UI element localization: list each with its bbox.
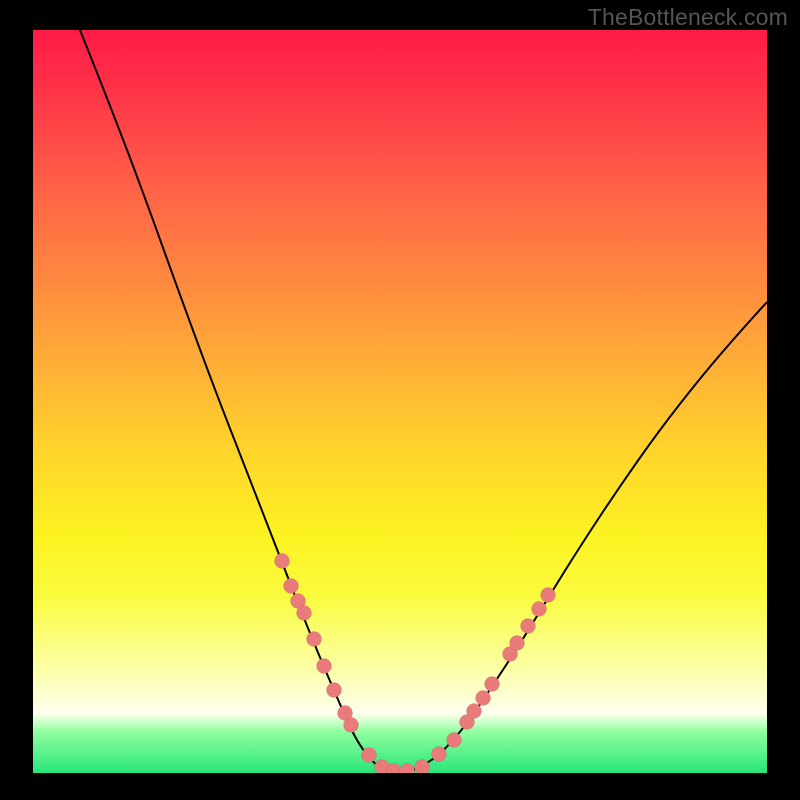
data-point-group: [275, 554, 556, 774]
data-point: [541, 588, 556, 603]
data-point: [317, 659, 332, 674]
data-point: [447, 733, 462, 748]
data-point: [532, 602, 547, 617]
data-point: [476, 691, 491, 706]
data-point: [284, 579, 299, 594]
data-point: [400, 764, 415, 774]
data-point: [467, 704, 482, 719]
chart-frame: TheBottleneck.com: [0, 0, 800, 800]
watermark-text: TheBottleneck.com: [588, 4, 788, 31]
data-point: [344, 718, 359, 733]
plot-area: [33, 30, 767, 773]
data-point: [415, 760, 430, 774]
data-point: [510, 636, 525, 651]
data-point: [327, 683, 342, 698]
right-curve: [411, 302, 767, 771]
data-point: [432, 747, 447, 762]
data-point: [521, 619, 536, 634]
data-point: [297, 606, 312, 621]
data-point: [275, 554, 290, 569]
data-point: [485, 677, 500, 692]
left-curve: [80, 30, 390, 771]
data-point: [362, 748, 377, 763]
data-point: [307, 632, 322, 647]
chart-svg: [33, 30, 767, 773]
